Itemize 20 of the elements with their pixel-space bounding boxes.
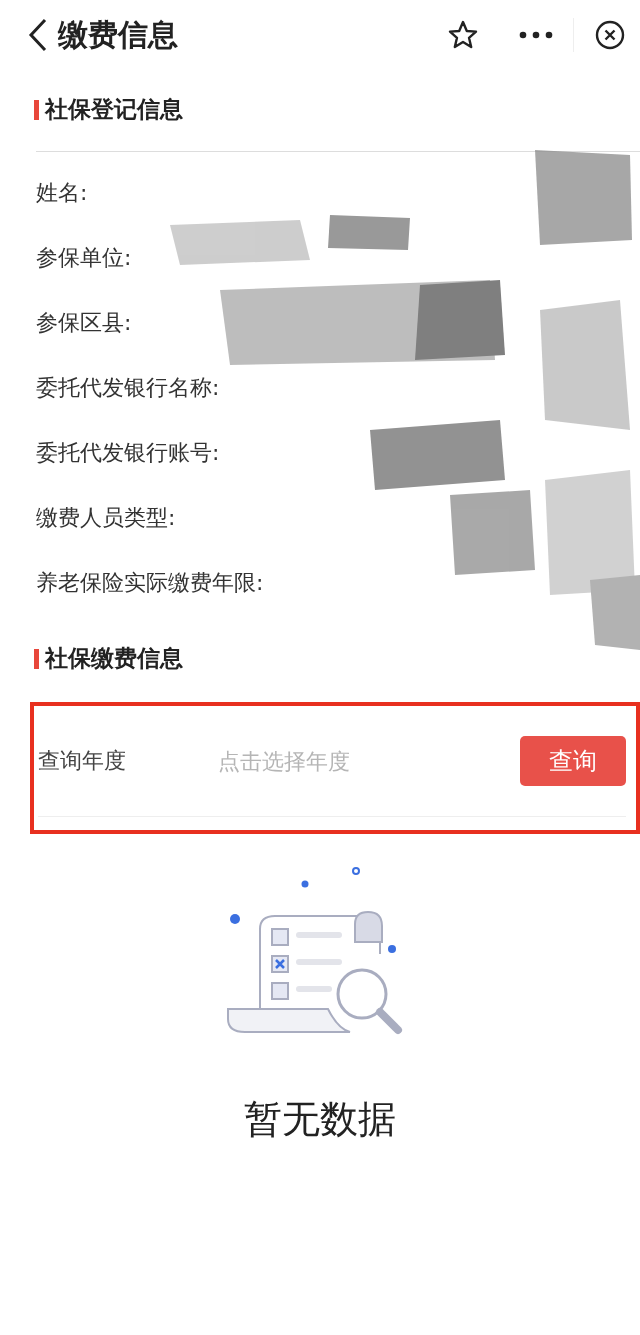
star-icon[interactable] <box>447 19 479 51</box>
empty-message: 暂无数据 <box>244 1096 396 1143</box>
query-label: 查询年度 <box>38 747 127 775</box>
section-title: 社保缴费信息 <box>45 644 183 673</box>
query-button[interactable]: 查询 <box>520 736 626 786</box>
field-label: 姓名: <box>36 178 88 207</box>
section-marker <box>34 648 39 669</box>
field-label: 养老保险实际缴费年限: <box>36 568 264 597</box>
page-title: 缴费信息 <box>58 15 178 54</box>
field-label: 委托代发银行账号: <box>36 438 220 467</box>
year-picker-field[interactable]: 点击选择年度 <box>216 747 520 775</box>
field-label: 缴费人员类型: <box>36 503 176 532</box>
more-icon[interactable] <box>519 31 553 39</box>
field-label: 参保区县: <box>36 308 132 337</box>
field-label: 委托代发银行名称: <box>36 373 220 402</box>
back-icon[interactable] <box>28 18 48 52</box>
section-title: 社保登记信息 <box>45 95 183 124</box>
section-marker <box>34 99 39 120</box>
field-label: 参保单位: <box>36 243 132 272</box>
close-icon[interactable] <box>594 19 626 51</box>
